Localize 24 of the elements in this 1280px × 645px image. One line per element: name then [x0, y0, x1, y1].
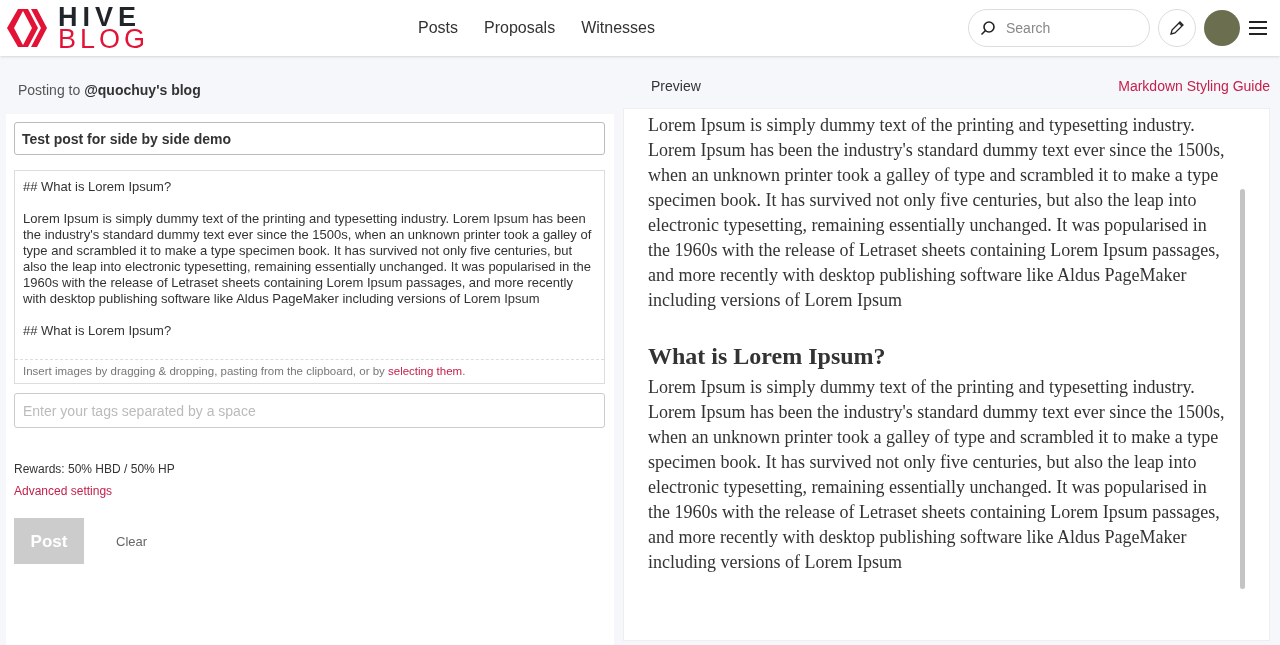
search-icon: [980, 20, 996, 36]
markdown-guide-link[interactable]: Markdown Styling Guide: [1118, 75, 1270, 97]
clear-button[interactable]: Clear: [104, 518, 160, 565]
nav-link[interactable]: Proposals: [484, 16, 556, 40]
nav-link[interactable]: Posts: [418, 16, 458, 40]
preview-label: Preview: [651, 76, 701, 96]
title-field[interactable]: Test post for side by side demo: [14, 122, 605, 155]
avatar[interactable]: [1204, 10, 1240, 46]
posting-to-label: Posting to @quochuy's blog: [18, 81, 202, 100]
logo-subtitle: BLOG: [58, 28, 150, 50]
nav-link[interactable]: Witnesses: [581, 16, 655, 40]
tags-field[interactable]: Enter your tags separated by a space: [14, 393, 605, 429]
body-field[interactable]: ## What is Lorem Ipsum? Lorem Ipsum is simply dummy text of the printing and typesetting industry. Lorem Ipsum has been the industry's standard dummy text ever since the 1500s, when an unknown printer took a galley of type and scrambled it to make a type specimen book. It has survived not only five centuries, but also the leap into electronic typesetting, remaining essentially unchanged. It was popularised in the 1960s with the release of Letraset sheets containing Lorem Ipsum passages, and more recently with desktop publishing software like Aldus PageMaker including versions of Lorem Ipsum ## What is Lorem Ipsum?: [15, 171, 604, 359]
logo-wordmark: HIVE: [58, 6, 142, 28]
upload-hint: Insert images by dragging & dropping, pasting from the clipboard, or by selecting them.: [15, 359, 604, 384]
pencil-icon: [1169, 20, 1185, 36]
preview-paragraph: Lorem Ipsum is simply dummy text of the printing and typesetting industry. Lorem Ipsum has been the industry's standard dummy text ever since the 1500s, when an unknown printer took a galley of type and scrambled it to make a type specimen book. It has survived not only five centuries, but also the leap into electronic typesetting, remaining essentially unchanged. It was popularised in the 1960s with the release of Letraset sheets containing Lorem Ipsum passages, and more recently with desktop publishing software like Aldus PageMaker including versions of Lorem Ipsum: [648, 114, 1225, 312]
advanced-settings-link[interactable]: Advanced settings: [14, 482, 605, 501]
preview-heading: What is Lorem Ipsum?: [648, 342, 887, 371]
scrollbar[interactable]: [1240, 189, 1245, 589]
menu-icon[interactable]: [1248, 20, 1268, 36]
rewards-label: Rewards: 50% HBD / 50% HP: [14, 461, 176, 479]
search-field[interactable]: Search: [968, 9, 1150, 47]
preview-paragraph: Lorem Ipsum is simply dummy text of the printing and typesetting industry. Lorem Ipsum has been the industry's standard dummy text ever since the 1500s, when an unknown printer took a galley of type and scrambled it to make a type specimen book. It has survived not only five centuries, but also the leap into electronic typesetting, remaining essentially unchanged. It was popularised in the 1960s with the release of Letraset sheets containing Lorem Ipsum passages, and more recently with desktop publishing software like Aldus PageMaker including versions of Lorem Ipsum: [648, 376, 1225, 574]
